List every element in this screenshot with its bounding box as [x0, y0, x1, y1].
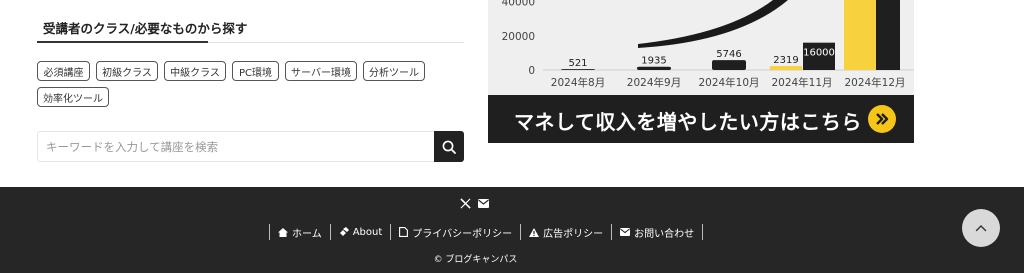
- income-banner[interactable]: 40000 20000 0 2319 521 1935 5746 16000 2024年8月 20…: [488, 0, 914, 143]
- chevron-up-icon: [975, 225, 987, 232]
- tag-pc-environment[interactable]: PC環境: [232, 61, 279, 81]
- data-label: 16000: [803, 48, 835, 59]
- double-chevron-right-icon: [868, 105, 896, 133]
- tag-intermediate-class[interactable]: 中級クラス: [164, 61, 226, 81]
- mail-icon: [620, 228, 631, 236]
- tag-required-course[interactable]: 必須講座: [37, 61, 90, 81]
- earnings-chart: 40000 20000 0 2319 521 1935 5746 16000 2024年8月 20…: [502, 0, 914, 89]
- cta-text: マネして収入を増やしたい方はこちら: [514, 110, 862, 134]
- footer-nav-label: ホーム: [292, 228, 322, 240]
- footer-nav: ホーム About プライバシーポリシー 広告ポリシー お問い合わせ: [269, 223, 704, 241]
- back-to-top-button[interactable]: [962, 209, 1000, 247]
- tag-beginner-class[interactable]: 初級クラス: [96, 61, 158, 81]
- search-input[interactable]: [38, 132, 434, 161]
- footer-nav-privacy[interactable]: プライバシーポリシー: [390, 224, 520, 240]
- data-label: 5746: [716, 49, 741, 60]
- search-icon: [442, 140, 456, 154]
- tag-analytics-tools[interactable]: 分析ツール: [363, 61, 425, 81]
- footer-nav-ad-policy[interactable]: 広告ポリシー: [520, 224, 611, 240]
- bar: [561, 69, 595, 70]
- cta-bar: マネして収入を増やしたい方はこちら: [488, 95, 914, 143]
- document-icon: [399, 227, 409, 237]
- secondary-bar: [770, 66, 802, 70]
- footer-nav-label: About: [352, 226, 383, 238]
- footer-nav-label: 広告ポリシー: [543, 228, 604, 240]
- title-divider-accent: [37, 41, 208, 43]
- data-label: 1935: [641, 56, 666, 67]
- x-tick-label: 2024年9月: [627, 76, 681, 89]
- about-icon: [339, 227, 349, 236]
- data-label: 521: [568, 58, 587, 69]
- mail-icon[interactable]: [478, 199, 489, 208]
- footer: ホーム About プライバシーポリシー 広告ポリシー お問い合わせ © ブログ…: [0, 187, 1024, 273]
- search-button[interactable]: [434, 131, 464, 162]
- y-tick-label: 0: [528, 65, 535, 77]
- x-tick-label: 2024年11月: [771, 76, 832, 89]
- footer-nav-about[interactable]: About: [329, 224, 391, 240]
- home-icon: [278, 227, 288, 237]
- tag-efficiency-tools[interactable]: 効率化ツール: [37, 87, 109, 107]
- footer-nav-label: お問い合わせ: [634, 228, 695, 240]
- warning-icon: [529, 227, 540, 237]
- x-tick-label: 2024年10月: [698, 76, 759, 89]
- tag-server-environment[interactable]: サーバー環境: [285, 61, 357, 81]
- highlight-bar-shadow: [876, 0, 900, 70]
- bar: [637, 66, 671, 70]
- social-links: [460, 198, 489, 209]
- search-box: [37, 131, 434, 162]
- x-tick-label: 2024年8月: [551, 76, 605, 89]
- copyright: © ブログキャンパス: [433, 255, 518, 265]
- footer-nav-home[interactable]: ホーム: [269, 224, 330, 240]
- y-tick-label: 40000: [502, 0, 535, 9]
- x-logo-icon[interactable]: [460, 198, 471, 209]
- x-tick-label: 2024年12月: [844, 76, 905, 89]
- footer-nav-label: プライバシーポリシー: [412, 228, 513, 240]
- highlight-bar: [844, 0, 876, 70]
- footer-nav-contact[interactable]: お問い合わせ: [611, 224, 704, 240]
- y-tick-label: 20000: [502, 31, 535, 43]
- bar: [712, 60, 746, 70]
- widget-title: 受講者のクラス/必要なものから探す: [43, 21, 248, 36]
- growth-curve: [638, 0, 788, 48]
- secondary-data-label: 2319: [773, 55, 798, 66]
